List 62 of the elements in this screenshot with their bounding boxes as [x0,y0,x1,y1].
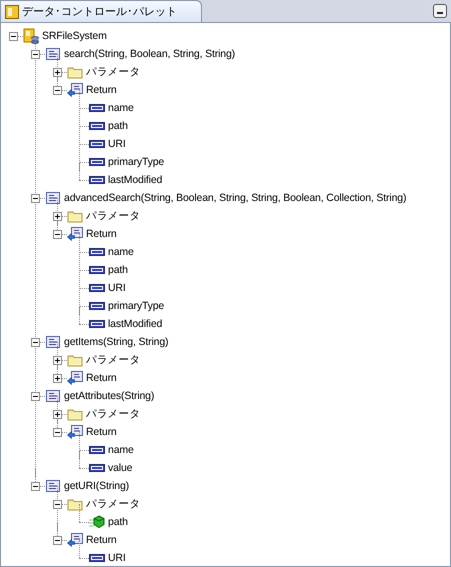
tree-item-label[interactable]: パラメータ [86,65,140,79]
return-icon [67,532,83,548]
tree-item-label[interactable]: search(String, Boolean, String, String) [64,48,235,60]
return-icon [67,226,83,242]
tree-item-label[interactable]: lastModified [108,318,162,330]
tree-item-label[interactable]: URI [108,282,126,294]
tree-item-label[interactable]: パラメータ [86,353,140,367]
tree-item-label[interactable]: value [108,462,132,474]
method-icon [45,190,61,206]
tree-item-label[interactable]: Return [86,372,117,384]
collapse-toggle[interactable] [31,338,40,347]
expand-toggle[interactable] [53,68,62,77]
tree-item-label[interactable]: primaryType [108,156,164,168]
collapse-toggle[interactable] [53,230,62,239]
palette-icon [5,4,19,18]
expand-toggle[interactable] [53,410,62,419]
return-icon [67,424,83,440]
tree-item-label[interactable]: lastModified [108,174,162,186]
collapse-toggle[interactable] [31,392,40,401]
return-icon [67,370,83,386]
collapse-toggle[interactable] [53,536,62,545]
expand-toggle[interactable] [53,212,62,221]
tree-item-label[interactable]: path [108,120,128,132]
tree-item-label[interactable]: primaryType [108,300,164,312]
tree-item-label[interactable]: Return [86,534,117,546]
tree-item-label[interactable]: URI [108,552,126,564]
expand-toggle[interactable] [53,356,62,365]
collapse-toggle[interactable] [31,482,40,491]
method-icon [45,334,61,350]
cube-icon [89,514,105,530]
panel-tab[interactable]: データ･コントロール･パレット [0,0,202,22]
collapse-toggle[interactable] [31,50,40,59]
tree-item-label[interactable]: name [108,102,134,114]
expand-toggle[interactable] [53,374,62,383]
tree-item-label[interactable]: URI [108,138,126,150]
tree-item-label[interactable]: getAttributes(String) [64,390,154,402]
tree-item-label[interactable]: パラメータ [86,209,140,223]
panel-title: データ･コントロール･パレット [22,4,177,19]
tree-item-label[interactable]: path [108,264,128,276]
data-source-icon [23,28,39,44]
tree-item-label[interactable]: Return [86,84,117,96]
method-icon [45,388,61,404]
tree-item-label[interactable]: path [108,516,128,528]
tree-item-label[interactable]: getItems(String, String) [64,336,168,348]
tree-item-label[interactable]: Return [86,228,117,240]
tree-item-label[interactable]: SRFileSystem [42,30,107,42]
tree-item-label[interactable]: パラメータ [86,407,140,421]
method-icon [45,46,61,62]
collapse-toggle[interactable] [53,500,62,509]
tree-item-label[interactable]: advancedSearch(String, Boolean, String, String, Boolean, Collection, String) [64,192,406,204]
return-icon [67,82,83,98]
tree-item-label[interactable]: パラメータ [86,497,140,511]
collapse-toggle[interactable] [31,194,40,203]
tree-item-label[interactable]: name [108,444,134,456]
collapse-toggle[interactable] [53,428,62,437]
tree-item-label[interactable]: Return [86,426,117,438]
tree-item-label[interactable]: name [108,246,134,258]
minimize-button[interactable] [433,4,447,18]
collapse-toggle[interactable] [9,32,18,41]
collapse-toggle[interactable] [53,86,62,95]
tree-item-label[interactable]: getURI(String) [64,480,130,492]
method-icon [45,478,61,494]
